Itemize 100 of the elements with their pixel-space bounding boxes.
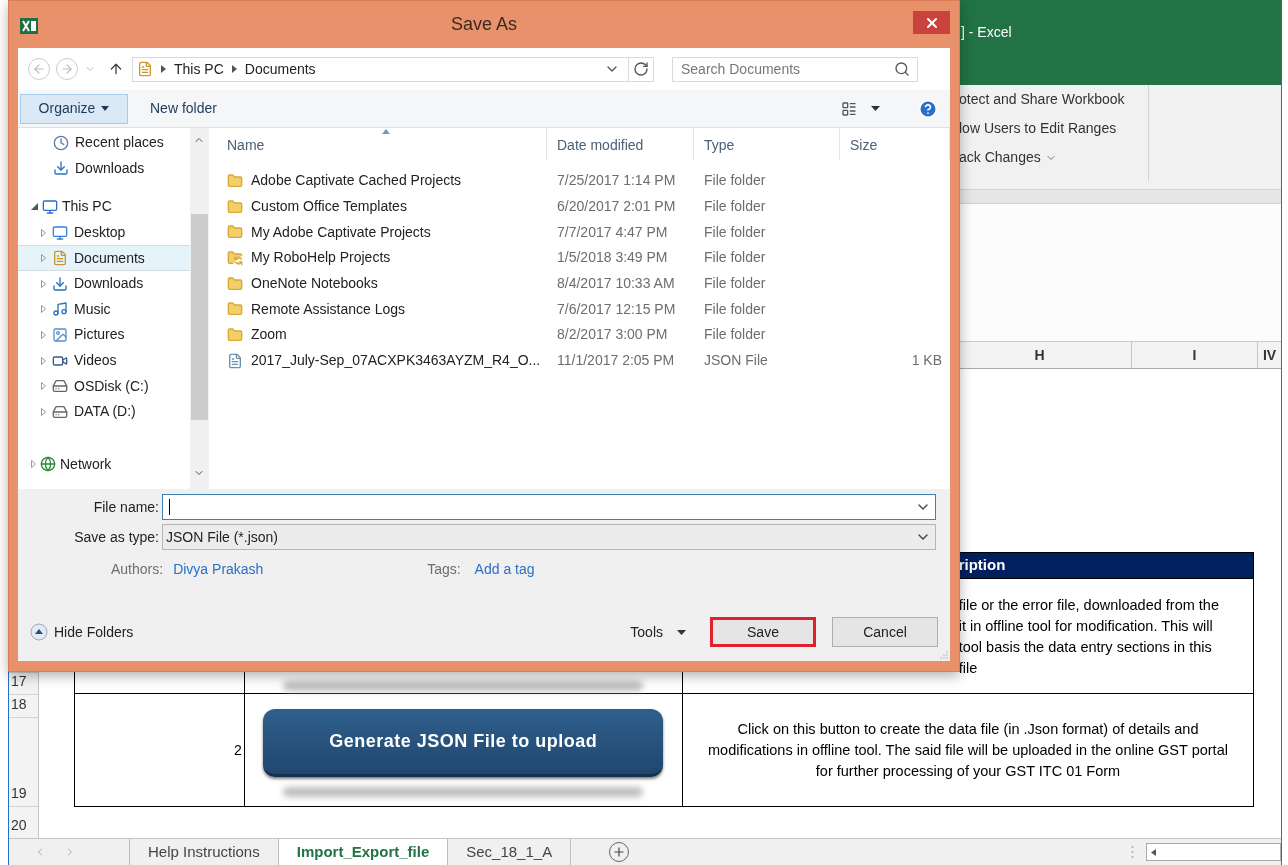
description-text: tool basis the data entry sections in this bbox=[958, 638, 1213, 657]
column-header[interactable]: I bbox=[1131, 342, 1257, 368]
breadcrumb-arrow-icon[interactable] bbox=[161, 65, 166, 73]
download-folder-icon bbox=[53, 160, 69, 177]
ribbon-command[interactable]: ack Changes bbox=[959, 147, 1148, 168]
file-row[interactable]: Custom Office Templates 6/20/2017 2:01 PM File folder bbox=[209, 193, 950, 220]
header-text: ription bbox=[958, 555, 1006, 576]
computer-icon bbox=[42, 199, 58, 215]
picture-icon bbox=[52, 326, 68, 343]
up-icon[interactable] bbox=[108, 61, 124, 77]
file-row[interactable]: Remote Assistance Logs 7/6/2017 12:15 PM File folder bbox=[209, 296, 950, 323]
expand-arrow-icon[interactable] bbox=[41, 279, 46, 288]
drag-handle-icon[interactable] bbox=[1131, 845, 1134, 859]
breadcrumb-arrow-icon[interactable] bbox=[231, 65, 237, 73]
drive-icon bbox=[52, 403, 68, 420]
help-icon[interactable] bbox=[918, 98, 938, 119]
scroll-left-icon[interactable] bbox=[1151, 848, 1156, 856]
organize-button[interactable]: Organize bbox=[20, 93, 128, 124]
breadcrumb[interactable]: Documents bbox=[244, 58, 316, 80]
dialog-title: Save As bbox=[450, 13, 517, 36]
clock-icon bbox=[53, 134, 69, 151]
file-row[interactable]: Zoom 8/2/2017 3:00 PM File folder bbox=[209, 322, 950, 348]
row-header[interactable]: 18 bbox=[9, 694, 38, 717]
download-folder-icon bbox=[52, 275, 68, 292]
file-row[interactable]: OneNote Notebooks 8/4/2017 10:33 AM File folder bbox=[209, 270, 950, 297]
network-icon bbox=[40, 456, 56, 473]
row-header[interactable]: 19 bbox=[9, 717, 38, 806]
save-type-dropdown[interactable]: JSON File (*.json) bbox=[162, 524, 936, 550]
nav-item[interactable]: DATA (D:) bbox=[18, 398, 190, 425]
expand-arrow-icon[interactable] bbox=[41, 228, 46, 237]
file-row[interactable]: Adobe Captivate Cached Projects 7/25/2017 1:14 PM File folder bbox=[209, 168, 950, 194]
description-text: file bbox=[958, 659, 979, 678]
ribbon-command[interactable]: low Users to Edit Ranges bbox=[959, 118, 1148, 139]
column-header[interactable]: Size bbox=[840, 128, 950, 160]
field-label: Save as type: bbox=[73, 527, 160, 547]
add-tag-link[interactable]: Add a tag bbox=[474, 558, 535, 580]
scroll-thumb[interactable] bbox=[190, 214, 208, 420]
nav-item[interactable]: Downloads bbox=[18, 155, 190, 182]
desktop-icon bbox=[52, 224, 68, 241]
nav-item[interactable]: OSDisk (C:) bbox=[18, 373, 190, 399]
collapse-circle-icon bbox=[30, 623, 48, 641]
description-text: it in offline tool for modification. This will bbox=[958, 617, 1214, 636]
refresh-icon[interactable] bbox=[633, 61, 649, 77]
nav-item[interactable]: This PC bbox=[18, 194, 190, 220]
generate-button[interactable]: Generate JSON File to upload bbox=[263, 709, 664, 777]
window-title: ] - Excel bbox=[961, 24, 1012, 40]
address-bar[interactable]: This PC Documents bbox=[132, 56, 654, 82]
dropdown-caret-icon[interactable] bbox=[871, 106, 880, 111]
hide-folders-button[interactable]: Hide Folders bbox=[30, 621, 134, 643]
expand-arrow-icon[interactable] bbox=[41, 407, 46, 416]
field-label: Tags: bbox=[427, 559, 461, 579]
nav-item[interactable]: Network bbox=[18, 451, 190, 478]
tools-button[interactable]: Tools bbox=[630, 621, 686, 643]
resize-grip-icon[interactable] bbox=[940, 651, 948, 659]
sheet-tab[interactable]: Sec_18_1_A bbox=[447, 839, 571, 865]
new-folder-button[interactable]: New folder bbox=[150, 98, 217, 119]
field-label: File name: bbox=[92, 497, 160, 517]
expand-arrow-icon[interactable] bbox=[41, 382, 46, 391]
dialog-button[interactable]: Cancel bbox=[832, 617, 938, 647]
nav-item[interactable]: Music bbox=[18, 296, 190, 323]
view-options-icon[interactable] bbox=[841, 100, 857, 117]
sheet-tab[interactable]: Help Instructions bbox=[129, 839, 278, 865]
collapse-arrow-icon[interactable] bbox=[31, 203, 38, 211]
ribbon-command[interactable]: otect and Share Workbook bbox=[959, 89, 1148, 110]
nav-item[interactable]: Documents bbox=[18, 245, 190, 271]
column-header[interactable]: IV bbox=[1257, 342, 1281, 368]
description-text: file or the error file, downloaded from the bbox=[958, 596, 1220, 615]
drive-icon bbox=[52, 378, 68, 395]
dropdown-caret-icon bbox=[101, 106, 110, 111]
expand-arrow-icon[interactable] bbox=[31, 460, 36, 469]
nav-item[interactable]: Recent places bbox=[18, 130, 190, 156]
horizontal-scrollbar[interactable] bbox=[1146, 843, 1281, 861]
nav-item[interactable]: Videos bbox=[18, 347, 190, 374]
table-cell-text: 2 bbox=[233, 740, 242, 760]
dropdown-caret-icon bbox=[677, 629, 686, 635]
sheet-tab[interactable]: Import_Export_file bbox=[277, 839, 448, 865]
field-label: Authors: bbox=[111, 559, 164, 579]
expand-arrow-icon[interactable] bbox=[41, 330, 46, 339]
nav-item[interactable]: Downloads bbox=[18, 270, 190, 297]
column-header[interactable]: Name bbox=[217, 128, 547, 160]
authors-link[interactable]: Divya Prakash bbox=[173, 558, 428, 580]
vertical-scrollbar[interactable] bbox=[190, 128, 208, 489]
file-row[interactable]: My RoboHelp Projects 1/5/2018 3:49 PM File folder bbox=[209, 245, 950, 271]
breadcrumb[interactable]: This PC bbox=[174, 58, 224, 80]
expand-arrow-icon[interactable] bbox=[41, 356, 46, 365]
dialog-button[interactable]: Save bbox=[710, 617, 816, 647]
expand-arrow-icon[interactable] bbox=[41, 254, 46, 263]
expand-arrow-icon[interactable] bbox=[41, 305, 46, 314]
file-row[interactable]: My Adobe Captivate Projects 7/7/2017 4:47 PM File folder bbox=[209, 219, 950, 246]
column-header[interactable]: Date modified bbox=[547, 128, 694, 160]
nav-item[interactable]: Desktop bbox=[18, 219, 190, 246]
search-field[interactable]: Search Documents bbox=[672, 56, 918, 82]
spreadsheet-icon bbox=[20, 18, 38, 34]
nav-item[interactable]: Pictures bbox=[18, 322, 190, 348]
file-row[interactable]: 2017_July-Sep_07ACXPK3463AYZM_R4_O... 11/1/2017 2:05 PM JSON File 1 KB bbox=[209, 347, 950, 374]
column-header[interactable]: Type bbox=[694, 128, 840, 160]
file-name-field[interactable] bbox=[162, 494, 936, 520]
document-folder-icon bbox=[52, 250, 68, 267]
close-button[interactable] bbox=[913, 11, 950, 34]
music-icon bbox=[52, 301, 68, 318]
